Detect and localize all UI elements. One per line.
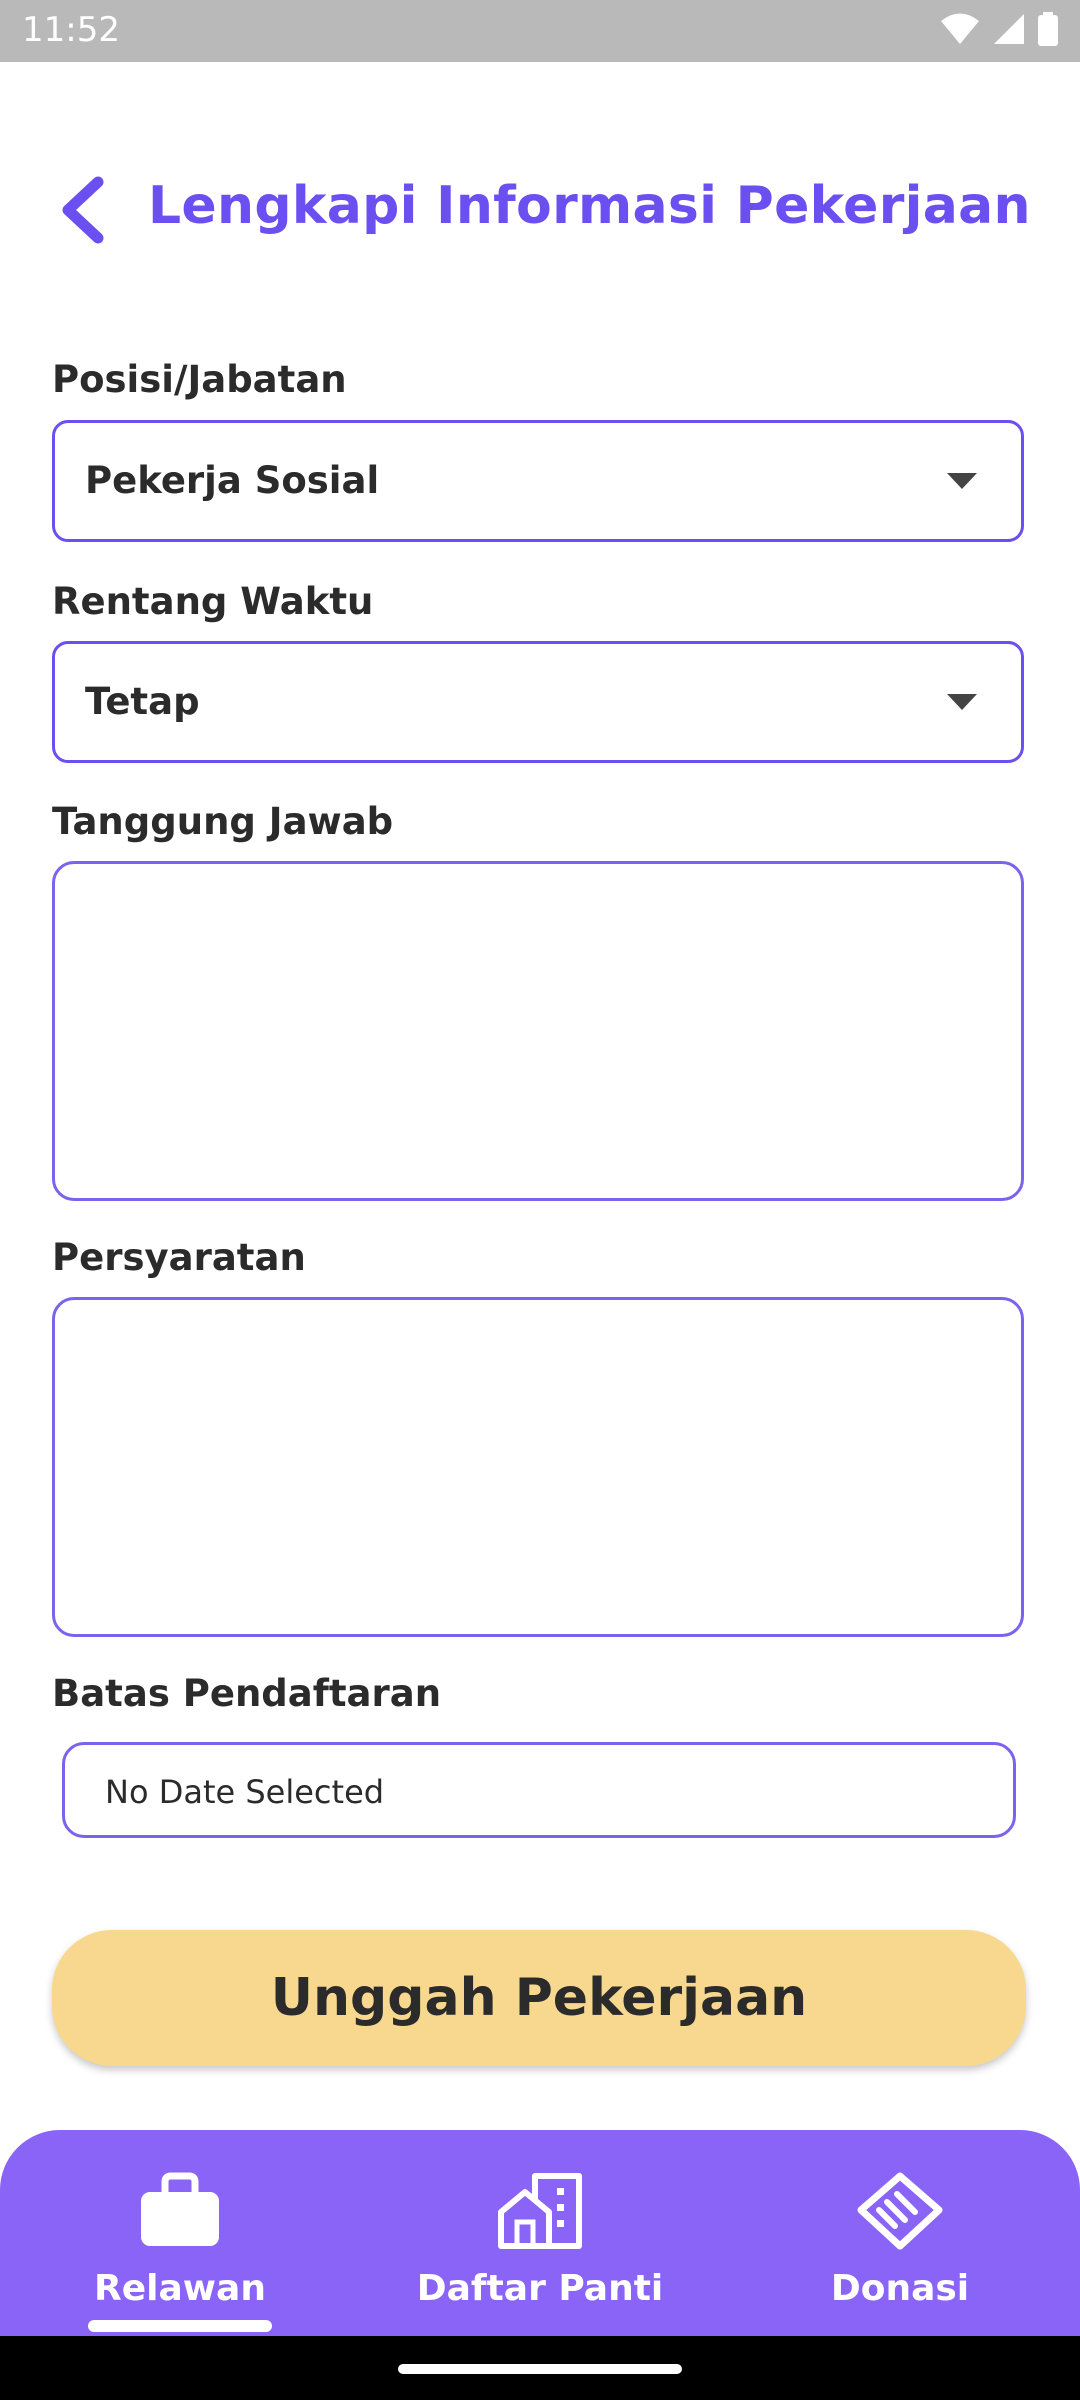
- position-value: Pekerja Sosial: [85, 459, 380, 502]
- status-bar: 11:52: [0, 0, 1080, 62]
- requirements-textarea[interactable]: [52, 1297, 1024, 1637]
- responsibility-label: Tanggung Jawab: [52, 800, 394, 843]
- deadline-label: Batas Pendaftaran: [52, 1672, 442, 1715]
- signal-icon: [994, 14, 1024, 44]
- back-button[interactable]: [50, 170, 120, 250]
- status-time: 11:52: [22, 10, 120, 50]
- building-icon: [498, 2173, 582, 2249]
- bottom-nav: Relawan Daftar Panti Donasi: [0, 2130, 1080, 2336]
- time-range-select[interactable]: Tetap: [52, 641, 1024, 763]
- nav-item-relawan[interactable]: Relawan: [30, 2170, 330, 2320]
- position-label: Posisi/Jabatan: [52, 358, 347, 401]
- deadline-value: No Date Selected: [105, 1773, 385, 1811]
- nav-item-daftar-panti[interactable]: Daftar Panti: [390, 2170, 690, 2320]
- battery-icon: [1038, 12, 1058, 46]
- time-range-label: Rentang Waktu: [52, 580, 374, 623]
- page-title: Lengkapi Informasi Pekerjaan: [148, 176, 1031, 236]
- deadline-date-field[interactable]: No Date Selected: [62, 1742, 1016, 1838]
- active-tab-indicator: [88, 2320, 272, 2332]
- briefcase-icon: [141, 2172, 219, 2246]
- handshake-icon: [857, 2172, 943, 2250]
- nav-item-donasi[interactable]: Donasi: [750, 2170, 1050, 2320]
- status-icons: [940, 12, 1058, 46]
- position-select[interactable]: Pekerja Sosial: [52, 420, 1024, 542]
- time-range-value: Tetap: [85, 680, 200, 723]
- wifi-icon: [941, 13, 979, 44]
- nav-label-daftar-panti: Daftar Panti: [416, 2268, 664, 2309]
- home-gesture-pill[interactable]: [398, 2364, 682, 2374]
- header: Lengkapi Informasi Pekerjaan: [0, 160, 1080, 260]
- chevron-left-icon: [62, 176, 104, 244]
- nav-label-relawan: Relawan: [94, 2268, 266, 2309]
- dropdown-arrow-icon: [947, 694, 977, 710]
- dropdown-arrow-icon: [947, 473, 977, 489]
- responsibility-textarea[interactable]: [52, 861, 1024, 1201]
- nav-label-donasi: Donasi: [830, 2268, 970, 2309]
- submit-job-button[interactable]: Unggah Pekerjaan: [52, 1930, 1026, 2066]
- requirements-label: Persyaratan: [52, 1236, 306, 1279]
